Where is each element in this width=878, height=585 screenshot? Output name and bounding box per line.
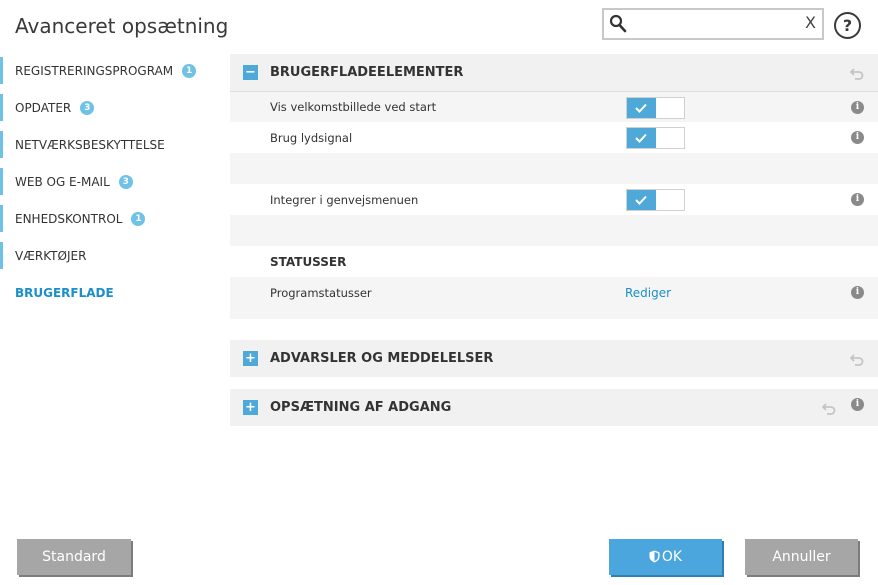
sidebar-item-label: ENHEDSKONTROL	[15, 211, 123, 226]
sidebar-item-label: WEB OG E-MAIL	[15, 174, 110, 189]
window-title: Avanceret opsætning	[15, 14, 229, 38]
search-icon	[609, 14, 627, 33]
sidebar-item-opdater[interactable]: OPDATER 3	[0, 89, 215, 126]
count-badge: 3	[118, 174, 133, 189]
spacer-row	[230, 153, 878, 184]
revert-icon[interactable]	[850, 352, 864, 366]
sidebar-item-label: OPDATER	[15, 100, 72, 115]
spacer-row	[230, 215, 878, 246]
sidebar-item-netvaerksbeskyttelse[interactable]: NETVÆRKSBESKYTTELSE	[0, 126, 215, 163]
section-adgang-header[interactable]: + OPSÆTNING AF ADGANG i	[230, 389, 878, 426]
sidebar: REGISTRERINGSPROGRAM 1 OPDATER 3 NETVÆRK…	[0, 52, 215, 311]
search-box[interactable]: X	[602, 8, 824, 40]
section-title: OPSÆTNING AF ADGANG	[270, 400, 452, 415]
sidebar-item-vaerktoejer[interactable]: VÆRKTØJER	[0, 237, 215, 274]
welcome-screen-toggle[interactable]	[626, 97, 685, 119]
setting-label: Programstatusser	[270, 285, 372, 300]
section-title: BRUGERFLADEELEMENTER	[270, 65, 464, 80]
section-brugerfladeelementer-header[interactable]: − BRUGERFLADEELEMENTER	[230, 54, 878, 91]
checkmark-icon	[635, 103, 647, 113]
setting-label: Vis velkomstbillede ved start	[270, 100, 437, 114]
revert-icon[interactable]	[850, 66, 864, 80]
standard-button[interactable]: Standard	[17, 539, 131, 575]
sidebar-item-brugerflade[interactable]: BRUGERFLADE	[0, 274, 215, 311]
main-content: − BRUGERFLADEELEMENTER Vis velkomstbille…	[230, 54, 878, 426]
sidebar-item-label: REGISTRERINGSPROGRAM	[15, 63, 174, 78]
section-bottom-padding	[230, 308, 878, 319]
count-badge: 1	[131, 211, 146, 226]
cancel-button[interactable]: Annuller	[745, 539, 858, 575]
setting-label: Integrer i genvejsmenuen	[270, 192, 419, 207]
info-icon[interactable]: i	[851, 131, 864, 144]
info-icon[interactable]: i	[851, 398, 864, 411]
section-advarsler-header[interactable]: + ADVARSLER OG MEDDELELSER	[230, 340, 878, 377]
sidebar-item-enhedskontrol[interactable]: ENHEDSKONTROL 1	[0, 200, 215, 237]
sidebar-item-registreringsprogram[interactable]: REGISTRERINGSPROGRAM 1	[0, 52, 215, 89]
sidebar-item-web-og-email[interactable]: WEB OG E-MAIL 3	[0, 163, 215, 200]
help-button[interactable]: ?	[834, 12, 861, 39]
info-icon[interactable]: i	[851, 286, 864, 299]
count-badge: 3	[80, 100, 95, 115]
sidebar-item-label: BRUGERFLADE	[15, 285, 114, 300]
setting-row: Integrer i genvejsmenuen i	[230, 184, 878, 215]
sidebar-item-label: NETVÆRKSBESKYTTELSE	[15, 137, 165, 152]
clear-search-icon[interactable]: X	[805, 13, 816, 32]
subsection-title: STATUSSER	[270, 254, 347, 269]
shield-icon	[649, 550, 660, 563]
context-menu-toggle[interactable]	[626, 189, 685, 211]
sound-signal-toggle[interactable]	[626, 127, 685, 149]
info-icon[interactable]: i	[851, 193, 864, 206]
ok-label: OK	[661, 549, 683, 565]
section-title: ADVARSLER OG MEDDELELSER	[270, 351, 494, 366]
setting-row: Vis velkomstbillede ved start i	[230, 91, 878, 122]
revert-icon[interactable]	[822, 401, 836, 415]
setting-label: Brug lydsignal	[270, 130, 353, 145]
setting-row: Brug lydsignal i	[230, 122, 878, 153]
collapse-icon[interactable]: −	[243, 65, 258, 80]
checkmark-icon	[635, 133, 647, 143]
search-input[interactable]	[630, 13, 800, 35]
subsection-row: STATUSSER	[230, 246, 878, 277]
sidebar-item-label: VÆRKTØJER	[15, 248, 87, 263]
count-badge: 1	[182, 63, 197, 78]
checkmark-icon	[635, 195, 647, 205]
expand-icon[interactable]: +	[243, 351, 258, 366]
edit-link[interactable]: Rediger	[625, 286, 671, 300]
expand-icon[interactable]: +	[243, 400, 258, 415]
ok-button[interactable]: OK	[609, 539, 722, 575]
info-icon[interactable]: i	[851, 101, 864, 114]
setting-row: Programstatusser Rediger i	[230, 277, 878, 308]
